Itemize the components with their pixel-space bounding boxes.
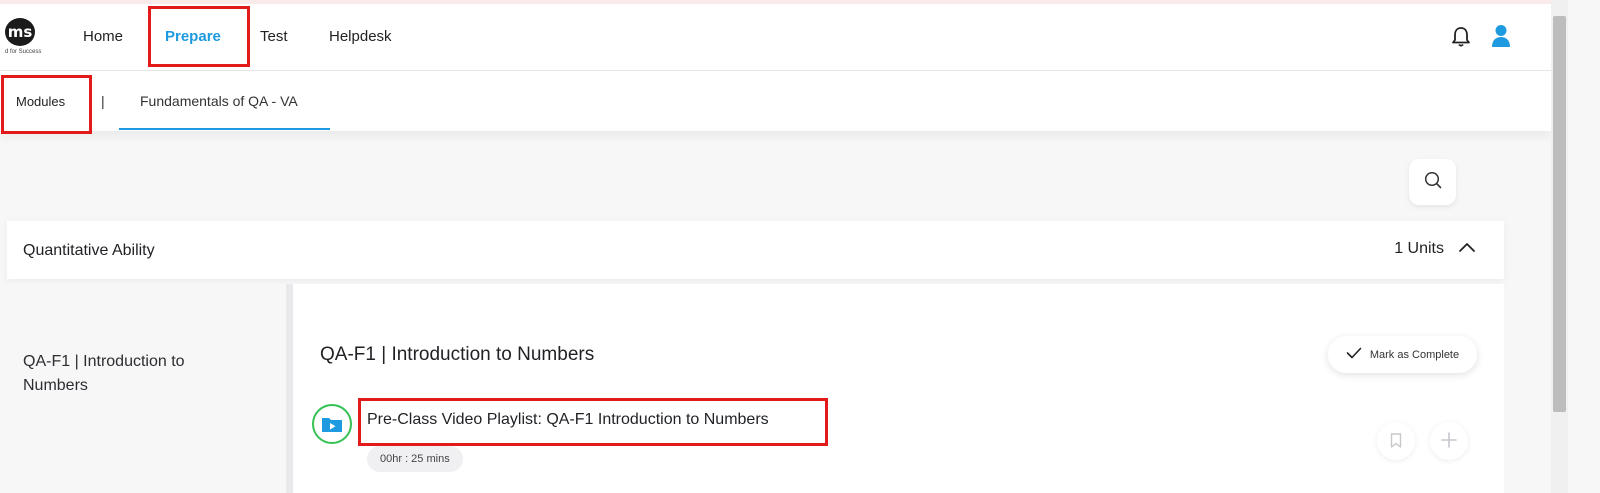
tab-fundamentals-qa-va[interactable]: Fundamentals of QA - VA <box>140 93 298 109</box>
nav-helpdesk[interactable]: Helpdesk <box>329 28 392 45</box>
highlight-box-video-item <box>358 398 828 446</box>
user-icon[interactable] <box>1491 24 1511 53</box>
highlight-box-modules <box>1 75 92 134</box>
scrollbar-thumb[interactable] <box>1553 16 1566 412</box>
breadcrumb-separator: | <box>101 93 105 109</box>
unit-list-panel: QA-F1 | Introduction to Numbers <box>7 284 286 493</box>
unit-content-panel: QA-F1 | Introduction to Numbers Mark as … <box>293 284 1504 493</box>
nav-home[interactable]: Home <box>83 28 123 45</box>
chevron-up-icon[interactable] <box>1458 240 1476 258</box>
plus-icon <box>1441 428 1457 454</box>
section-header[interactable]: Quantitative Ability 1 Units <box>7 221 1504 279</box>
mark-as-complete-button[interactable]: Mark as Complete <box>1328 336 1477 373</box>
sub-navigation: Modules | Fundamentals of QA - VA <box>0 71 1551 131</box>
nav-test[interactable]: Test <box>260 28 288 45</box>
mark-as-complete-label: Mark as Complete <box>1369 348 1460 361</box>
units-count: 1 Units <box>1394 240 1444 257</box>
bell-icon[interactable] <box>1451 26 1471 53</box>
unit-title: QA-F1 | Introduction to Numbers <box>320 344 595 365</box>
bookmark-button[interactable] <box>1377 422 1415 460</box>
checkmark-icon <box>1346 347 1362 362</box>
video-playlist-icon <box>312 404 352 444</box>
logo-mark: ms <box>5 18 35 46</box>
add-button[interactable] <box>1430 422 1468 460</box>
page-edge <box>1568 0 1600 493</box>
active-tab-underline <box>119 128 330 130</box>
units-toggle[interactable]: 1 Units <box>1394 240 1476 258</box>
search-icon <box>1424 171 1442 194</box>
panel-divider <box>286 284 293 493</box>
bookmark-icon <box>1390 428 1402 454</box>
unit-list-item[interactable]: QA-F1 | Introduction to Numbers <box>23 350 223 398</box>
logo[interactable]: ms d for Success <box>5 18 45 60</box>
logo-tagline: d for Success <box>5 49 42 55</box>
section-title: Quantitative Ability <box>23 242 155 259</box>
search-button[interactable] <box>1409 159 1456 205</box>
duration-badge: 00hr : 25 mins <box>367 446 463 472</box>
highlight-box-prepare <box>148 6 250 67</box>
